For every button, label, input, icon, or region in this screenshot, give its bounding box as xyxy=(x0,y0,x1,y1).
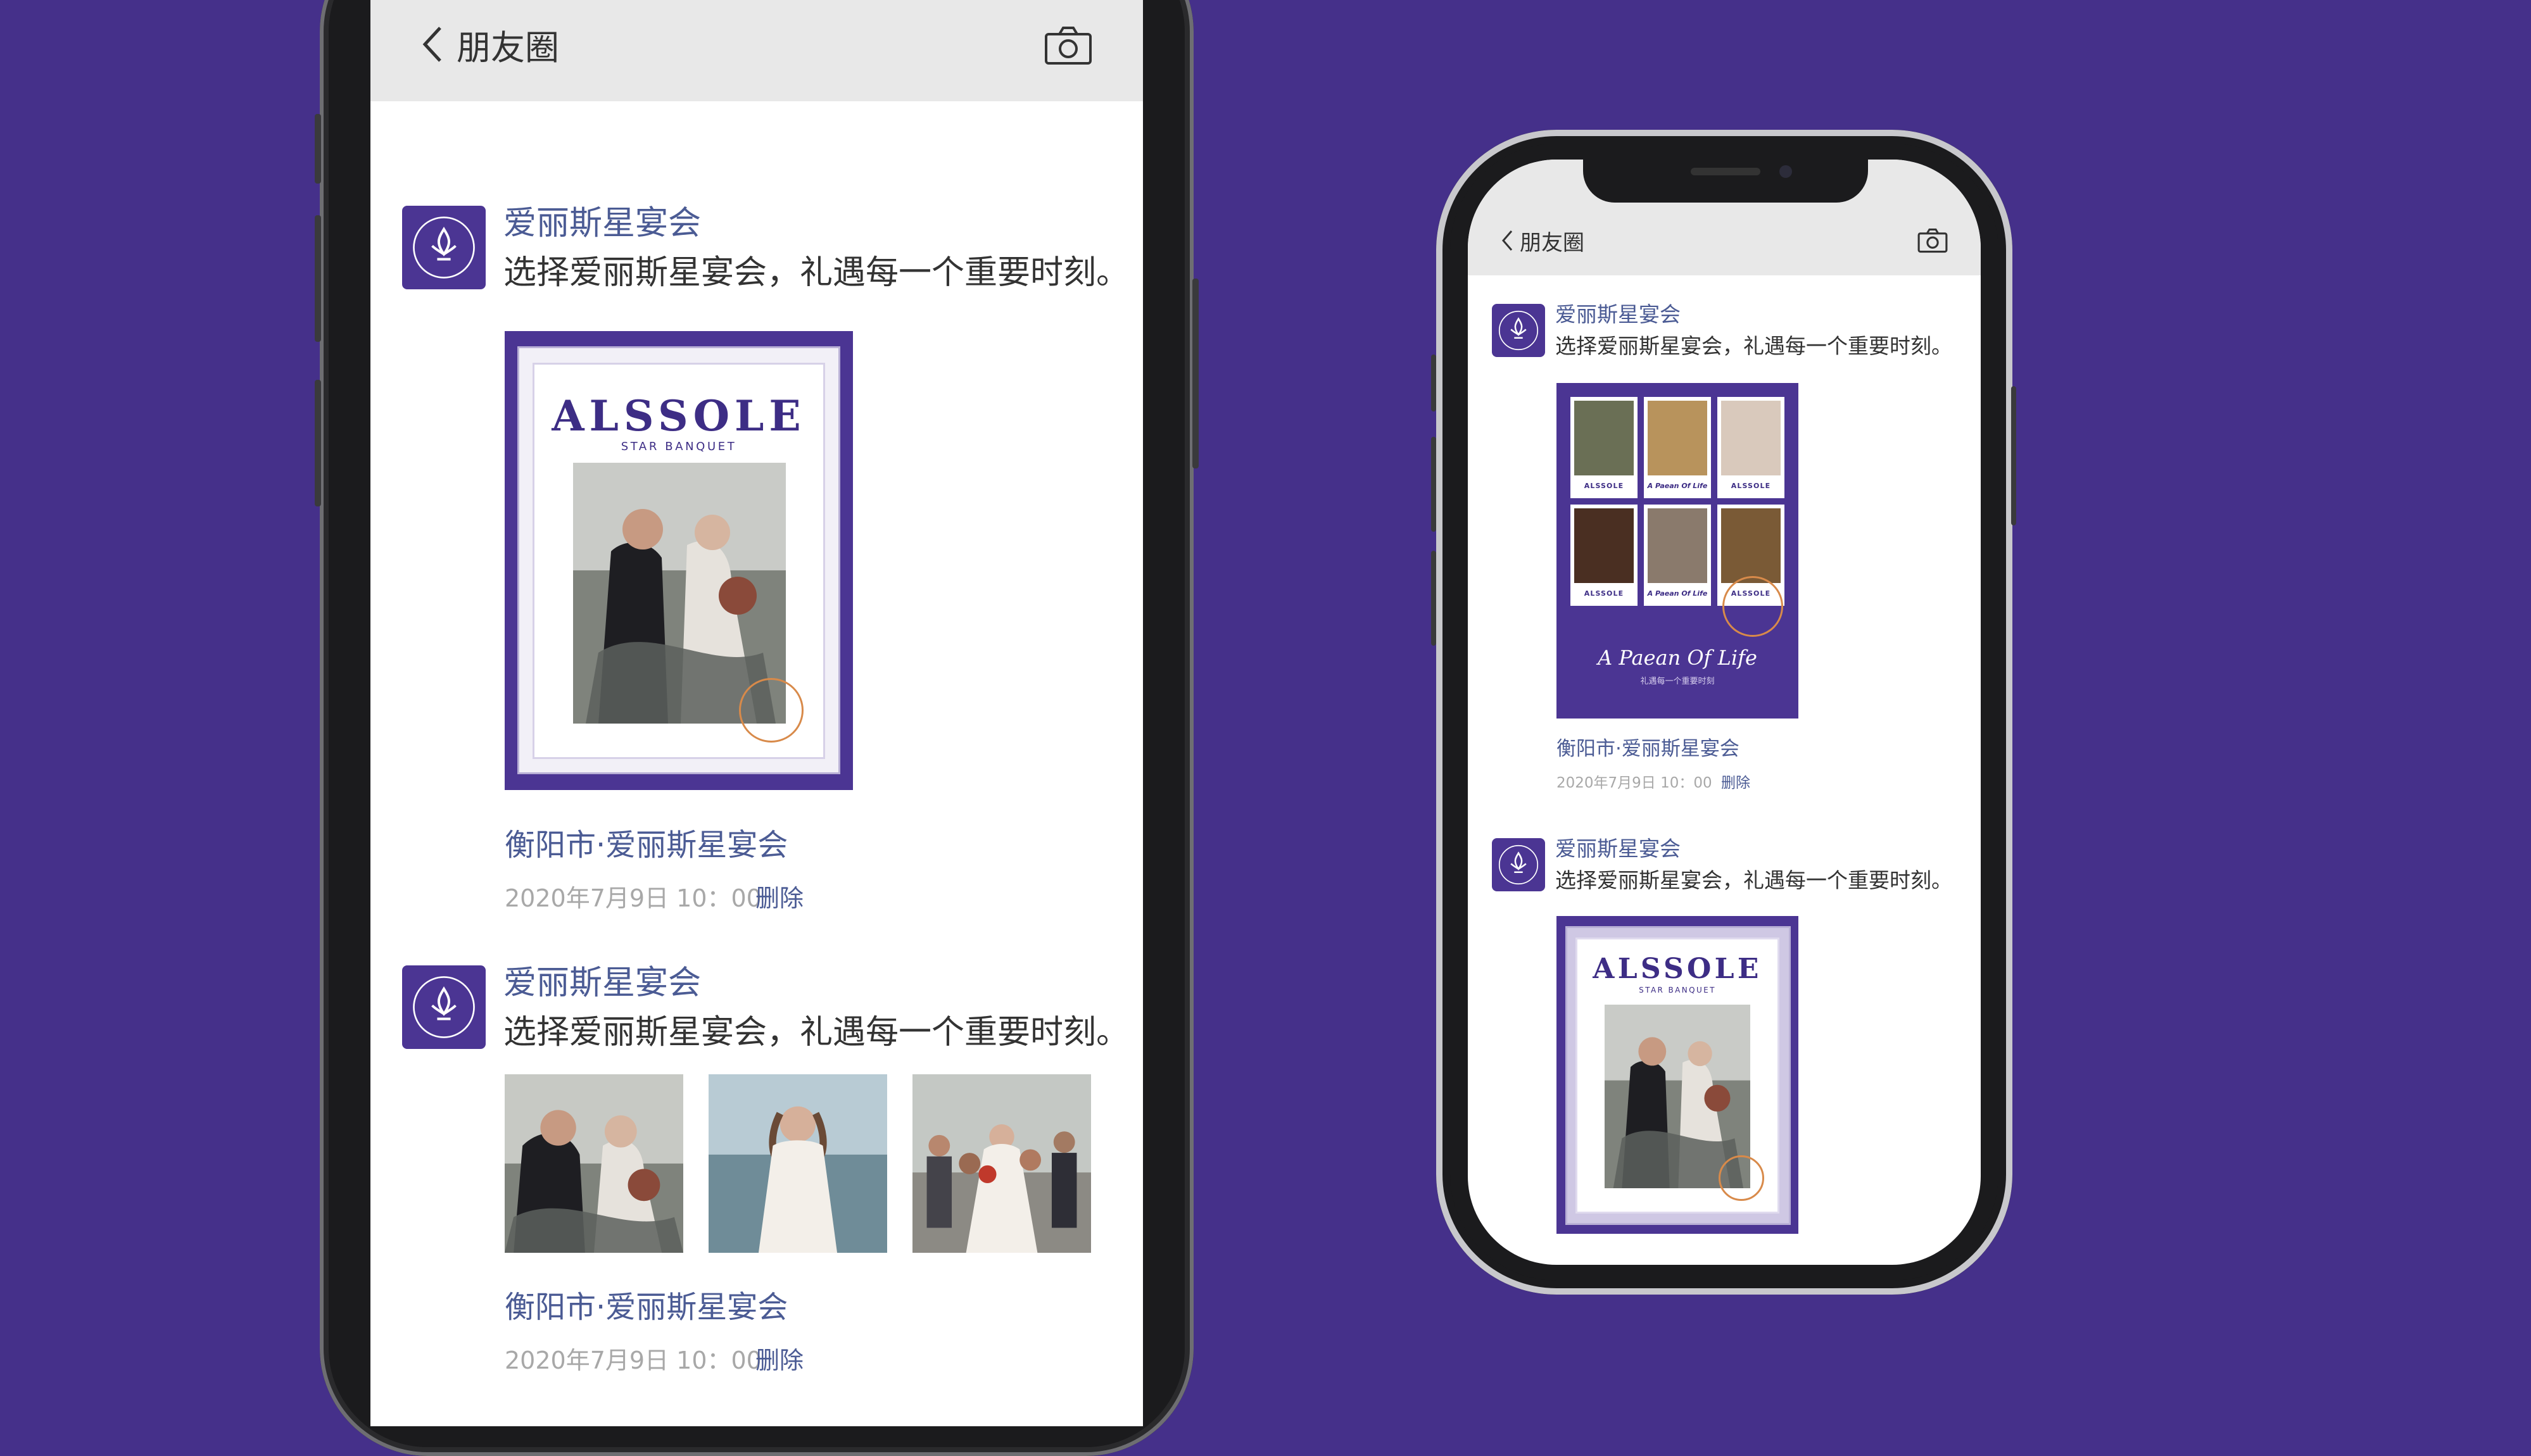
poster-brand-sub: STAR BANQUET xyxy=(621,440,737,453)
poster-stamp xyxy=(1719,1155,1764,1201)
speaker-grille xyxy=(1691,168,1760,175)
collage-cell: A Paean Of Life xyxy=(1644,505,1711,606)
collage-cell: ALSSOLE xyxy=(1570,397,1638,498)
collage-photo xyxy=(1574,508,1634,583)
collage-photo xyxy=(1648,508,1707,583)
post-text: 选择爱丽斯星宴会，礼遇每一个重要时刻。 xyxy=(503,254,1130,292)
thumbnail-bride[interactable] xyxy=(709,1074,887,1253)
poster-brand: ALSSOLE xyxy=(552,391,806,441)
poster-brand: ALSSOLE xyxy=(1593,953,1762,985)
avatar[interactable] xyxy=(1492,838,1545,891)
post-location[interactable]: 衡阳市·爱丽斯星宴会 xyxy=(1556,732,1739,761)
post-username[interactable]: 爱丽斯星宴会 xyxy=(503,956,701,1003)
chevron-left-icon xyxy=(1501,229,1513,252)
delete-button[interactable]: 删除 xyxy=(755,879,804,913)
post-text: 选择爱丽斯星宴会，礼遇每一个重要时刻。 xyxy=(1555,334,1952,358)
poster-stamp xyxy=(1722,576,1783,637)
post-time: 2020年7月9日 10：00 xyxy=(505,1346,762,1374)
post-text: 选择爱丽斯星宴会，礼遇每一个重要时刻。 xyxy=(503,1014,1130,1051)
delete-button[interactable]: 删除 xyxy=(755,1341,804,1376)
post-location[interactable]: 衡阳市·爱丽斯星宴会 xyxy=(505,1282,788,1326)
volume-button xyxy=(315,215,321,342)
collage-photo xyxy=(1574,401,1634,475)
back-button[interactable]: 朋友圈 xyxy=(1501,225,1584,256)
collage-caption: ALSSOLE xyxy=(1584,482,1624,490)
poster-image[interactable]: ALSSOLE STAR BANQUET xyxy=(505,331,853,790)
power-button xyxy=(2011,386,2016,525)
poster-stamp xyxy=(739,678,804,743)
collage-caption: A Paean Of Life xyxy=(1647,482,1708,490)
avatar[interactable] xyxy=(1492,304,1545,357)
post-username[interactable]: 爱丽斯星宴会 xyxy=(503,196,701,244)
camera-icon[interactable] xyxy=(1044,25,1092,66)
post-text: 选择爱丽斯星宴会，礼遇每一个重要时刻。 xyxy=(1555,868,1952,893)
thumbnail-crowd[interactable] xyxy=(912,1074,1091,1253)
post-location[interactable]: 衡阳市·爱丽斯星宴会 xyxy=(505,820,788,864)
collage-cell: A Paean Of Life xyxy=(1644,397,1711,498)
collage-cell: ALSSOLE xyxy=(1570,505,1638,606)
thumbnail-couple[interactable] xyxy=(505,1074,683,1253)
poster-tagline: 礼遇每一个重要时刻 xyxy=(1640,677,1715,686)
collage-photo xyxy=(1721,401,1781,475)
volume-button xyxy=(1431,551,1436,646)
phone-notch xyxy=(1583,155,1868,203)
avatar[interactable] xyxy=(402,206,486,289)
nav-title: 朋友圈 xyxy=(1520,230,1584,256)
post-username[interactable]: 爱丽斯星宴会 xyxy=(1555,298,1681,328)
poster-image[interactable]: ALSSOLE STAR BANQUET xyxy=(1556,916,1798,1234)
front-camera xyxy=(1779,165,1792,178)
volume-button xyxy=(315,114,321,184)
avatar[interactable] xyxy=(402,965,486,1049)
screen-left: 朋友圈 爱丽斯星宴会 选择爱丽斯星宴会，礼遇每一个重要时刻。 ALSSOLE S… xyxy=(370,0,1143,1426)
collage-caption: ALSSOLE xyxy=(1584,589,1624,598)
post-time: 2020年7月9日 10：00 xyxy=(505,884,762,912)
post-username[interactable]: 爱丽斯星宴会 xyxy=(1555,832,1681,862)
navbar: 朋友圈 xyxy=(370,0,1143,101)
camera-icon[interactable] xyxy=(1917,228,1948,253)
poster-brand-sub: STAR BANQUET xyxy=(1639,986,1716,995)
poster-script-title: A Paean Of Life xyxy=(1598,646,1757,670)
nav-title: 朋友圈 xyxy=(457,27,559,68)
delete-button[interactable]: 删除 xyxy=(1721,770,1750,792)
collage-caption: A Paean Of Life xyxy=(1647,589,1708,598)
collage-cell: ALSSOLE xyxy=(1717,397,1784,498)
volume-button xyxy=(315,380,321,506)
collage-caption: ALSSOLE xyxy=(1731,482,1771,490)
power-button xyxy=(1192,279,1199,468)
back-button[interactable]: 朋友圈 xyxy=(421,19,559,70)
volume-button xyxy=(1431,355,1436,411)
post-time: 2020年7月9日 10：00 xyxy=(1556,775,1712,791)
collage-poster[interactable]: ALSSOLE A Paean Of Life ALSSOLE ALSSOLE … xyxy=(1556,383,1798,719)
chevron-left-icon xyxy=(421,25,444,63)
screen-right: 朋友圈 爱丽斯星宴会 选择爱丽斯星宴会，礼遇每一个重要时刻。 ALSSOLE A… xyxy=(1468,160,1981,1265)
collage-photo xyxy=(1648,401,1707,475)
collage-photo xyxy=(1721,508,1781,583)
volume-button xyxy=(1431,437,1436,532)
